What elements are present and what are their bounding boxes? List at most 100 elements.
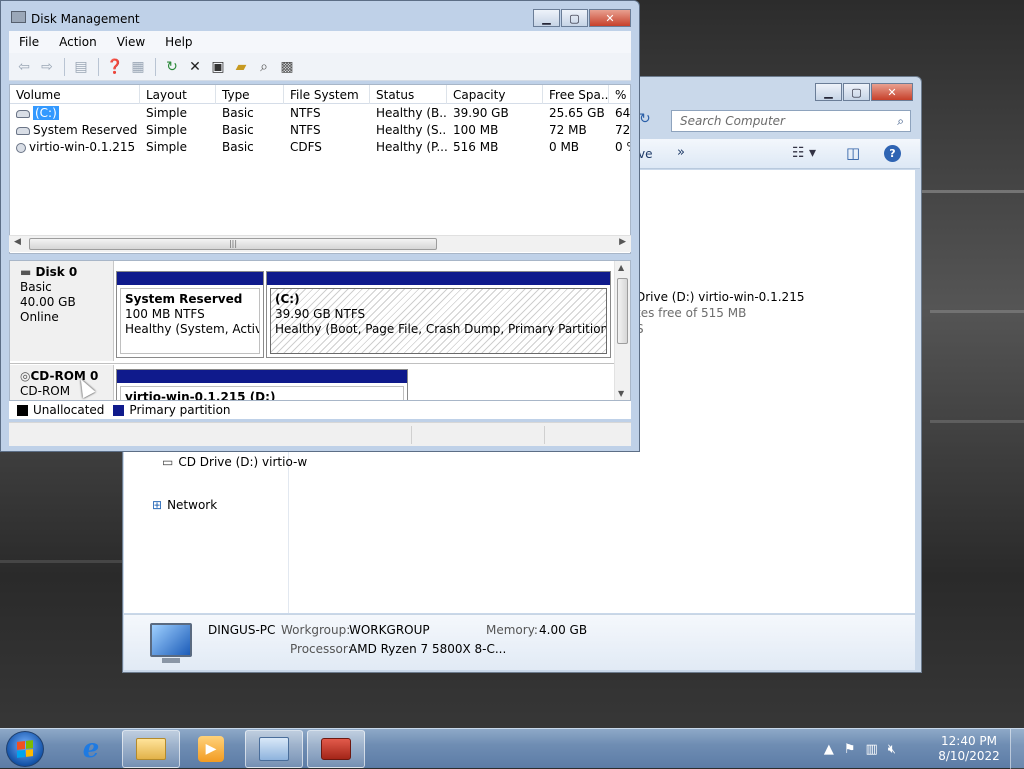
menu-action[interactable]: Action <box>49 35 107 49</box>
scroll-up-icon[interactable]: ▲ <box>618 263 624 272</box>
scroll-right-icon[interactable]: ▶ <box>619 237 626 247</box>
cell-volume: System Reserved <box>10 122 140 139</box>
cd-drive-icon <box>16 142 26 153</box>
menu-file[interactable]: File <box>9 35 49 49</box>
search-input[interactable]: Search Computer ⌕ <box>671 110 911 132</box>
disk-management-titlebar[interactable]: Disk Management ▁ ▢ ✕ <box>1 1 639 33</box>
minimize-button[interactable]: ▁ <box>533 9 560 27</box>
console-view-icon[interactable]: ▦ <box>127 56 149 78</box>
column-volume[interactable]: Volume <box>10 85 140 104</box>
nav-item-cd-drive[interactable]: ▭ CD Drive (D:) virtio-w <box>162 455 307 469</box>
scroll-down-icon[interactable]: ▼ <box>618 389 624 398</box>
cell-percent-free: 72 <box>615 123 631 137</box>
details-pane: DINGUS-PC Workgroup: WORKGROUP Memory: 4… <box>124 614 915 670</box>
control-panel-icon <box>259 737 289 761</box>
show-hidden-icons-icon[interactable]: ▲ <box>824 742 834 757</box>
search-icon[interactable]: ⌕ <box>253 56 275 78</box>
partition-system-reserved[interactable]: System Reserved 100 MB NTFS Healthy (Sys… <box>116 271 264 358</box>
column-percent-free[interactable]: % F <box>609 85 630 104</box>
column-layout[interactable]: Layout <box>140 85 216 104</box>
partition-c-drive[interactable]: (C:) 39.90 GB NTFS Healthy (Boot, Page F… <box>266 271 611 358</box>
nav-item-network[interactable]: ⊞ Network <box>152 498 217 512</box>
disk-0-label[interactable]: ▬ Disk 0 Basic 40.00 GB Online <box>10 261 114 361</box>
scroll-thumb[interactable] <box>617 278 628 344</box>
workgroup-label: Workgroup: <box>281 623 351 637</box>
table-row[interactable]: virtio-win-0.1.215 ... Simple Basic CDFS… <box>10 139 630 156</box>
column-type[interactable]: Type <box>216 85 284 104</box>
refresh-icon[interactable]: ↻ <box>639 111 663 131</box>
windows-logo-icon <box>17 740 33 758</box>
legend-label: Unallocated <box>33 403 105 417</box>
cell-status: Healthy (B... <box>376 106 447 120</box>
forward-icon[interactable]: ⇨ <box>36 56 58 78</box>
toolbar-separator <box>98 57 99 76</box>
volume-icon <box>16 126 30 135</box>
network-icon[interactable]: ▥ <box>866 742 878 757</box>
menu-view[interactable]: View <box>107 35 155 49</box>
cell-capacity: 39.90 GB <box>453 106 509 120</box>
toolbar-item-partial[interactable]: ve <box>638 147 652 161</box>
delete-icon[interactable]: ✕ <box>184 56 206 78</box>
toolbar-overflow-icon[interactable]: » <box>677 145 685 160</box>
cell-status: Healthy (P... <box>376 140 447 154</box>
open-folder-icon[interactable]: ▰ <box>230 56 252 78</box>
cell-capacity: 100 MB <box>453 123 499 137</box>
column-file-system[interactable]: File System <box>284 85 370 104</box>
cell-percent-free: 0 % <box>615 140 630 154</box>
table-row[interactable]: System Reserved Simple Basic NTFS Health… <box>10 122 630 139</box>
maximize-button[interactable]: ▢ <box>843 83 870 101</box>
maximize-button[interactable]: ▢ <box>561 9 588 27</box>
close-button[interactable]: ✕ <box>589 9 631 27</box>
cd-drive-title[interactable]: Drive (D:) virtio-win-0.1.215 <box>636 290 804 304</box>
cell-free-space: 25.65 GB <box>549 106 605 120</box>
cell-layout: Simple <box>146 123 187 137</box>
scroll-left-icon[interactable]: ◀ <box>14 237 21 247</box>
volume-list[interactable]: Volume Layout Type File System Status Ca… <box>9 84 631 254</box>
back-icon[interactable]: ⇦ <box>13 56 35 78</box>
help-icon[interactable]: ❓ <box>104 56 126 78</box>
close-button[interactable]: ✕ <box>871 83 913 101</box>
action-center-flag-icon[interactable]: ⚑ <box>844 742 856 757</box>
cell-free-space: 0 MB <box>549 140 580 154</box>
refresh-icon[interactable]: ↻ <box>161 56 183 78</box>
system-clock[interactable]: 12:40 PM 8/10/2022 <box>934 734 1004 764</box>
search-icon[interactable]: ⌕ <box>897 114 904 129</box>
taskbar-computer-management[interactable] <box>307 730 365 768</box>
table-row[interactable]: (C:) Simple Basic NTFS Healthy (B... 39.… <box>10 105 630 122</box>
cd-drive-icon: ▭ <box>162 455 174 469</box>
show-hide-console-tree-icon[interactable]: ▤ <box>70 56 92 78</box>
column-status[interactable]: Status <box>370 85 447 104</box>
change-view-icon[interactable]: ☷ ▾ <box>792 145 816 161</box>
taskbar-windows-explorer[interactable] <box>122 730 180 768</box>
properties-icon[interactable]: ▣ <box>207 56 229 78</box>
menu-help[interactable]: Help <box>155 35 202 49</box>
partition-status: Healthy (System, Active, P <box>125 322 259 336</box>
cell-free-space: 72 MB <box>549 123 587 137</box>
disk-management-window[interactable]: Disk Management ▁ ▢ ✕ File Action View H… <box>0 0 640 452</box>
vertical-scrollbar[interactable]: ▲ ▼ <box>614 261 630 400</box>
show-desktop-button[interactable] <box>1010 729 1024 769</box>
disk-separator <box>10 363 614 364</box>
volume-muted-icon[interactable]: 🔇︎ <box>888 742 896 757</box>
partition-size: 39.90 GB NTFS <box>275 307 366 321</box>
horizontal-scrollbar[interactable]: ◀ ||| ▶ <box>9 235 631 252</box>
scroll-thumb[interactable]: ||| <box>29 238 437 250</box>
folder-icon <box>136 738 166 760</box>
start-button[interactable] <box>6 731 44 767</box>
column-capacity[interactable]: Capacity <box>447 85 543 104</box>
taskbar-media-player[interactable]: ▶ <box>182 730 240 768</box>
disk-graphical-view[interactable]: ▬ Disk 0 Basic 40.00 GB Online System Re… <box>9 260 631 401</box>
legend-unallocated: Unallocated <box>17 403 104 417</box>
help-icon[interactable]: ? <box>884 145 901 162</box>
computer-icon <box>150 623 192 657</box>
volume-name: (C:) <box>33 106 59 120</box>
partition-cdrom-d[interactable]: virtio-win-0.1.215 (D:) <box>116 369 408 400</box>
cdrom-0-label[interactable]: ◎CD-ROM 0 CD-ROM <box>10 365 114 400</box>
preview-pane-icon[interactable]: ◫ <box>846 144 860 162</box>
partition-name: (C:) <box>275 292 300 306</box>
taskbar-control-panel[interactable] <box>245 730 303 768</box>
column-free-space[interactable]: Free Spa... <box>543 85 609 104</box>
taskbar-internet-explorer[interactable]: e <box>62 730 120 768</box>
minimize-button[interactable]: ▁ <box>815 83 842 101</box>
settings-icon[interactable]: ▩ <box>276 56 298 78</box>
